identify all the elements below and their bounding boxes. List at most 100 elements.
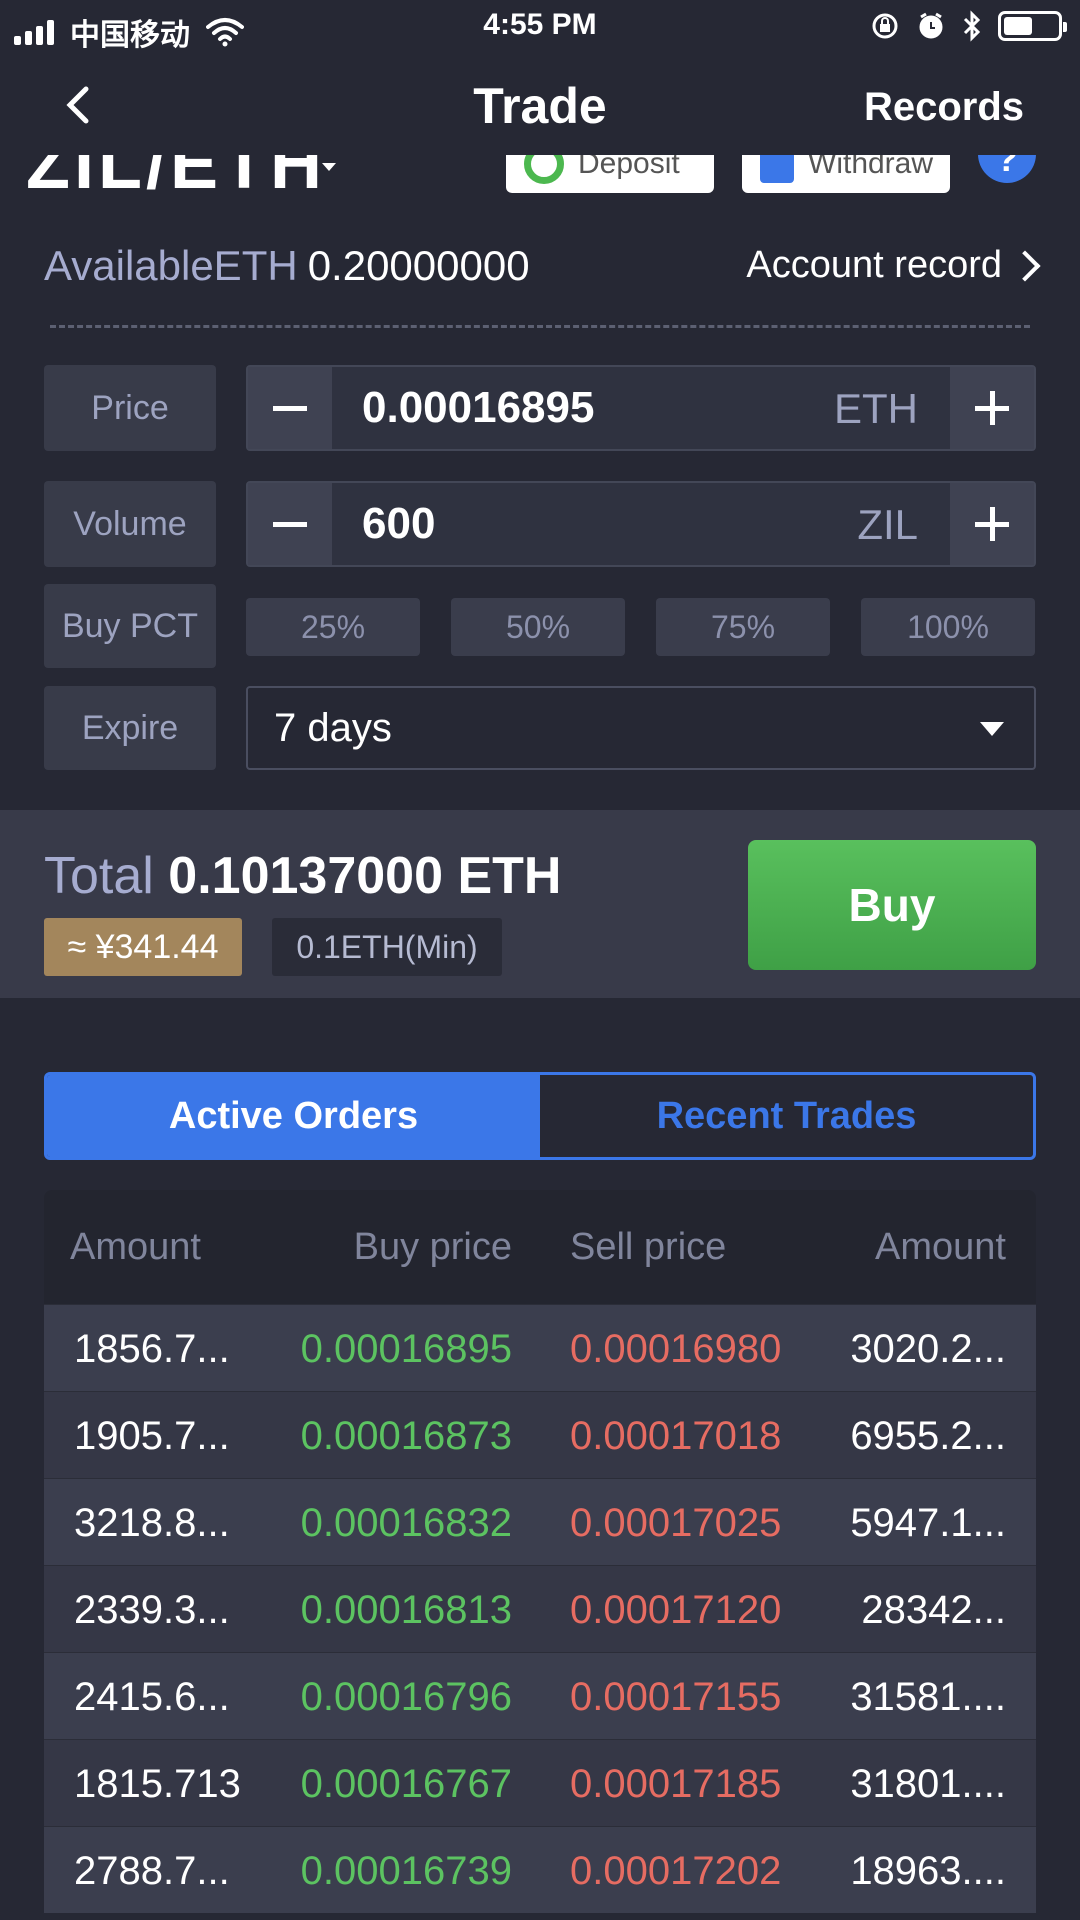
buy-pct-label: Buy PCT	[44, 584, 216, 668]
price-decrement-button[interactable]	[248, 367, 332, 449]
table-row[interactable]: 2788.7... 0.00016739 0.00017202 18963...…	[44, 1826, 1036, 1913]
help-button[interactable]: ?	[978, 155, 1036, 183]
price-unit: ETH	[834, 385, 918, 432]
table-row[interactable]: 1856.7... 0.00016895 0.00016980 3020.2..…	[44, 1304, 1036, 1391]
available-balance: AvailableETH 0.20000000	[44, 242, 530, 290]
withdraw-label: Withdraw	[808, 155, 934, 180]
price-label: Price	[44, 365, 216, 451]
sell-amount: 31581....	[850, 1675, 1006, 1719]
buy-price: 0.00016832	[300, 1501, 512, 1545]
withdraw-icon	[760, 155, 794, 183]
plus-icon-vertical	[989, 391, 995, 425]
records-button[interactable]: Records	[864, 85, 1024, 130]
divider	[50, 325, 1030, 328]
plus-icon-vertical	[989, 507, 995, 541]
volume-input[interactable]: 600	[362, 499, 435, 549]
battery-icon	[998, 11, 1067, 41]
buy-price: 0.00016813	[300, 1588, 512, 1632]
orderbook-rows: 1856.7... 0.00016895 0.00016980 3020.2..…	[44, 1304, 1036, 1913]
alarm-icon	[919, 12, 943, 39]
sell-price: 0.00017185	[570, 1762, 782, 1806]
header-buy-price: Buy price	[353, 1226, 512, 1268]
expire-select[interactable]: 7 days	[246, 686, 1036, 770]
pct-75-button[interactable]: 75%	[656, 598, 830, 656]
cny-estimate-badge: ≈ ¥341.44	[44, 918, 242, 976]
pct-25-button[interactable]: 25%	[246, 598, 420, 656]
buy-amount: 2415.6...	[74, 1675, 230, 1719]
sell-amount: 31801....	[850, 1762, 1006, 1806]
total-label: Total	[44, 847, 154, 905]
buy-price: 0.00016739	[300, 1849, 512, 1893]
total-panel: Total 0.10137000 ETH ≈ ¥341.44 0.1ETH(Mi…	[0, 810, 1080, 998]
volume-unit: ZIL	[857, 501, 918, 548]
min-amount-badge: 0.1ETH(Min)	[272, 918, 502, 976]
buy-price: 0.00016873	[300, 1414, 512, 1458]
minus-icon	[273, 405, 307, 411]
available-label: AvailableETH	[44, 242, 298, 289]
deposit-icon	[524, 155, 564, 184]
buy-amount: 2339.3...	[74, 1588, 230, 1632]
total-amount: Total 0.10137000 ETH	[44, 846, 561, 906]
table-row[interactable]: 1905.7... 0.00016873 0.00017018 6955.2..…	[44, 1391, 1036, 1478]
rotation-lock-icon	[872, 13, 898, 39]
pair-header: ZIL/ETH Deposit Withdraw ?	[0, 155, 1080, 200]
table-row[interactable]: 1815.713 0.00016767 0.00017185 31801....	[44, 1739, 1036, 1826]
sell-price: 0.00017025	[570, 1501, 782, 1545]
volume-decrement-button[interactable]	[248, 483, 332, 565]
sell-amount: 3020.2...	[850, 1327, 1006, 1371]
buy-amount: 3218.8...	[74, 1501, 230, 1545]
expire-label: Expire	[44, 686, 216, 770]
table-row[interactable]: 2415.6... 0.00016796 0.00017155 31581...…	[44, 1652, 1036, 1739]
nav-bar: Trade Records	[0, 55, 1080, 155]
withdraw-button[interactable]: Withdraw	[742, 155, 950, 193]
sell-price: 0.00017120	[570, 1588, 782, 1632]
volume-stepper: 600 ZIL	[246, 481, 1036, 567]
deposit-label: Deposit	[578, 155, 680, 180]
total-value: 0.10137000 ETH	[168, 847, 562, 905]
minus-icon	[273, 521, 307, 527]
buy-price: 0.00016796	[300, 1675, 512, 1719]
price-input[interactable]: 0.00016895	[362, 383, 594, 433]
buy-price: 0.00016767	[300, 1762, 512, 1806]
sell-price: 0.00017155	[570, 1675, 782, 1719]
volume-label: Volume	[44, 481, 216, 567]
tab-recent-trades[interactable]: Recent Trades	[540, 1075, 1033, 1157]
header-amount-sell: Amount	[875, 1226, 1006, 1268]
pct-100-button[interactable]: 100%	[861, 598, 1035, 656]
available-value: 0.20000000	[307, 242, 530, 289]
orderbook-header: Amount Buy price Sell price Amount	[44, 1190, 1036, 1304]
table-row[interactable]: 2339.3... 0.00016813 0.00017120 28342...	[44, 1565, 1036, 1652]
expire-value: 7 days	[274, 706, 392, 750]
chevron-down-icon	[980, 722, 1004, 736]
sell-amount: 28342...	[861, 1588, 1006, 1632]
buy-amount: 2788.7...	[74, 1849, 230, 1893]
sell-amount: 5947.1...	[850, 1501, 1006, 1545]
chevron-down-icon[interactable]	[322, 163, 336, 171]
header-amount-buy: Amount	[70, 1226, 201, 1268]
status-bar: 中国移动 4:55 PM	[0, 0, 1080, 55]
buy-amount: 1815.713	[74, 1762, 241, 1806]
price-stepper: 0.00016895 ETH	[246, 365, 1036, 451]
sell-price: 0.00017202	[570, 1849, 782, 1893]
sell-amount: 6955.2...	[850, 1414, 1006, 1458]
deposit-button[interactable]: Deposit	[506, 155, 714, 193]
buy-price: 0.00016895	[300, 1327, 512, 1371]
buy-amount: 1856.7...	[74, 1327, 230, 1371]
sell-amount: 18963....	[850, 1849, 1006, 1893]
tab-active-orders[interactable]: Active Orders	[47, 1075, 540, 1157]
account-record-label: Account record	[746, 244, 1002, 286]
account-record-link[interactable]: Account record	[746, 244, 1044, 287]
buy-button[interactable]: Buy	[748, 840, 1036, 970]
volume-increment-button[interactable]	[950, 483, 1034, 565]
table-row[interactable]: 3218.8... 0.00016832 0.00017025 5947.1..…	[44, 1478, 1036, 1565]
pct-50-button[interactable]: 50%	[451, 598, 625, 656]
orders-tabs: Active Orders Recent Trades	[44, 1072, 1036, 1160]
header-sell-price: Sell price	[570, 1226, 727, 1268]
buy-amount: 1905.7...	[74, 1414, 230, 1458]
price-increment-button[interactable]	[950, 367, 1034, 449]
sell-price: 0.00017018	[570, 1414, 782, 1458]
sell-price: 0.00016980	[570, 1327, 782, 1371]
orderbook: Amount Buy price Sell price Amount 1856.…	[44, 1190, 1036, 1913]
pair-selector[interactable]: ZIL/ETH	[26, 155, 326, 200]
bluetooth-icon	[963, 10, 981, 42]
